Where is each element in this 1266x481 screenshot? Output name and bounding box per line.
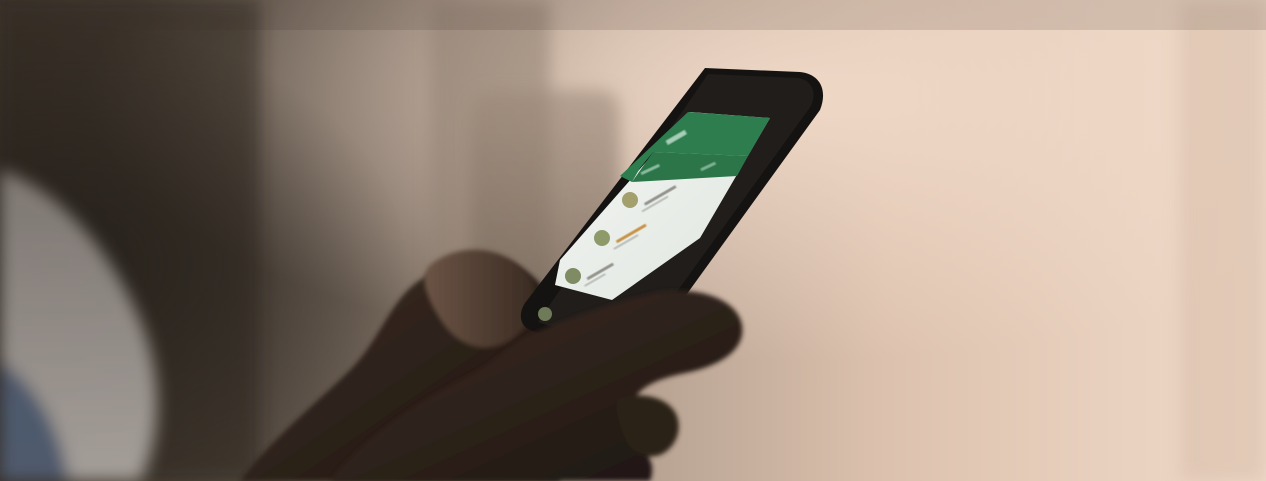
avatar	[538, 307, 552, 321]
avatar	[622, 192, 638, 208]
avatar	[565, 268, 581, 284]
photo-scene	[0, 0, 1266, 481]
photo-frame	[0, 0, 1266, 481]
list-item	[538, 307, 552, 321]
avatar	[594, 230, 610, 246]
vignette-top	[0, 0, 1266, 30]
